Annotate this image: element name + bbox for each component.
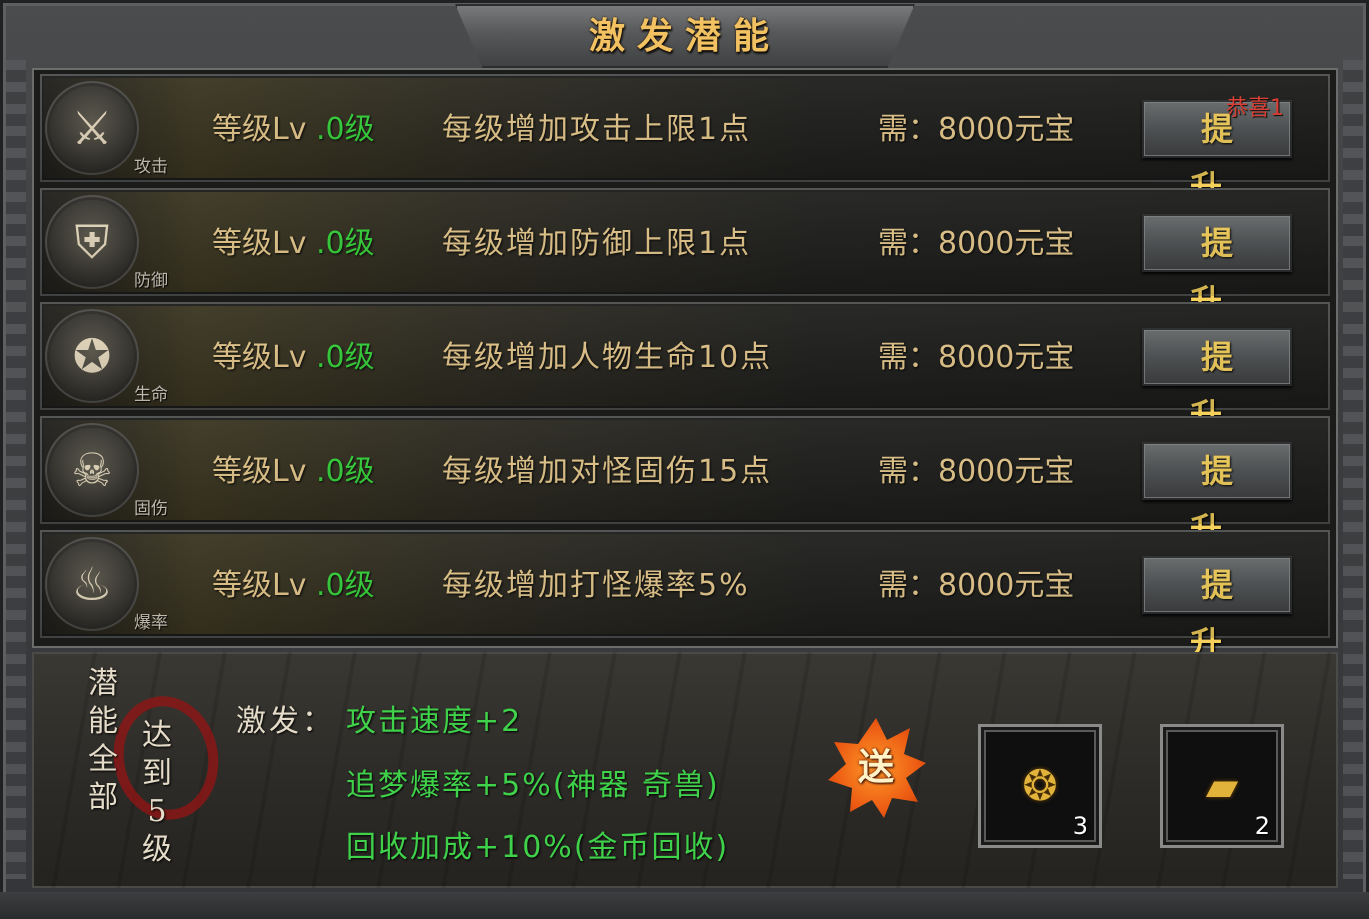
condition-char: 潜 xyxy=(88,666,118,701)
skull-damage-icon: ☠ xyxy=(50,428,134,512)
row-icon-label: 生命 xyxy=(134,385,168,405)
reward-slot-1[interactable]: ❂ 3 xyxy=(978,724,1102,848)
row-description: 每级增加防御上限1点 xyxy=(442,226,752,261)
level-prefix: 等级Lv xyxy=(212,568,307,603)
condition-char: 5 xyxy=(147,794,167,829)
row-description: 每级增加对怪固伤15点 xyxy=(442,454,773,489)
level-prefix: 等级Lv xyxy=(212,340,307,375)
activate-label: 激发： xyxy=(236,704,335,739)
row-description: 每级增加人物生命10点 xyxy=(442,340,773,375)
condition-char: 到 xyxy=(142,756,172,791)
reward-count: 3 xyxy=(1072,812,1088,840)
gold-ingot-icon: ▰ xyxy=(1205,761,1239,810)
row-cost: 需：8000元宝 xyxy=(878,112,1075,147)
activation-section: 潜 能 全 部 达 到 5 级 激发： 攻击速度+2 追梦爆率+5%(神器 奇兽… xyxy=(32,652,1338,888)
congrats-text: 恭喜1 xyxy=(1226,96,1284,121)
potential-panel: 激发潜能 ⚔ 攻击 等级Lv .0级 每级增加攻击上限1点 需：8000元宝 提… xyxy=(0,0,1369,919)
swords-icon: ⚔ xyxy=(50,86,134,170)
level-prefix: 等级Lv xyxy=(212,226,307,261)
upgrade-button-drop-rate[interactable]: 提 升 xyxy=(1142,556,1292,662)
level-text: 等级Lv .0级 xyxy=(212,218,375,262)
level-value: .0级 xyxy=(316,568,375,603)
level-text: 等级Lv .0级 xyxy=(212,446,375,490)
bonus-line: 攻击速度+2 xyxy=(346,704,523,739)
level-value: .0级 xyxy=(316,340,375,375)
row-icon-label: 攻击 xyxy=(134,157,168,177)
upgrade-row-life: ✪ 生命 等级Lv .0级 每级增加人物生命10点 需：8000元宝 提 升 xyxy=(40,302,1330,434)
row-cost: 需：8000元宝 xyxy=(878,568,1075,603)
condition-char: 部 xyxy=(88,780,118,815)
row-description: 每级增加攻击上限1点 xyxy=(442,112,752,147)
row-cost: 需：8000元宝 xyxy=(878,454,1075,489)
row-icon-label: 固伤 xyxy=(134,499,168,519)
level-text: 等级Lv .0级 xyxy=(212,104,375,148)
bottom-border xyxy=(0,892,1369,919)
upgrade-button-fixed-damage[interactable]: 提 升 xyxy=(1142,442,1292,548)
level-prefix: 等级Lv xyxy=(212,112,307,147)
reward-count: 2 xyxy=(1254,812,1270,840)
panel-title: 激发潜能 xyxy=(588,15,781,57)
upgrade-list: ⚔ 攻击 等级Lv .0级 每级增加攻击上限1点 需：8000元宝 提 升 恭喜… xyxy=(32,68,1338,662)
condition-char: 级 xyxy=(142,832,172,867)
pouch-icon: ❂ xyxy=(1022,761,1058,810)
condition-char: 达 xyxy=(142,718,172,753)
condition-char: 能 xyxy=(88,704,118,739)
row-icon-label: 爆率 xyxy=(134,613,168,633)
upgrade-row-fixed-damage: ☠ 固伤 等级Lv .0级 每级增加对怪固伤15点 需：8000元宝 提 升 xyxy=(40,416,1330,548)
right-border-ornament xyxy=(1343,60,1363,879)
bonus-line: 回收加成+10%(金币回收) xyxy=(346,830,730,865)
level-text: 等级Lv .0级 xyxy=(212,560,375,604)
row-cost: 需：8000元宝 xyxy=(878,226,1075,261)
level-prefix: 等级Lv xyxy=(212,454,307,489)
upgrade-row-defense: ⛨ 防御 等级Lv .0级 每级增加防御上限1点 需：8000元宝 提 升 xyxy=(40,188,1330,320)
life-icon: ✪ xyxy=(50,314,134,398)
gift-label: 送 xyxy=(857,747,894,788)
row-description: 每级增加打怪爆率5% xyxy=(442,568,750,603)
upgrade-button-defense[interactable]: 提 升 xyxy=(1142,214,1292,320)
level-value: .0级 xyxy=(316,454,375,489)
upgrade-row-attack: ⚔ 攻击 等级Lv .0级 每级增加攻击上限1点 需：8000元宝 提 升 恭喜… xyxy=(40,74,1330,206)
condition-char: 全 xyxy=(88,742,118,777)
row-cost: 需：8000元宝 xyxy=(878,340,1075,375)
drop-rate-icon: ♨ xyxy=(50,542,134,626)
left-border-ornament xyxy=(6,60,26,879)
upgrade-row-drop-rate: ♨ 爆率 等级Lv .0级 每级增加打怪爆率5% 需：8000元宝 提 升 xyxy=(40,530,1330,662)
level-value: .0级 xyxy=(316,112,375,147)
row-icon-label: 防御 xyxy=(134,271,168,291)
reward-slot-2[interactable]: ▰ 2 xyxy=(1160,724,1284,848)
bonus-line: 追梦爆率+5%(神器 奇兽) xyxy=(346,768,720,803)
level-value: .0级 xyxy=(316,226,375,261)
upgrade-button-life[interactable]: 提 升 xyxy=(1142,328,1292,434)
shield-icon: ⛨ xyxy=(50,200,134,284)
level-text: 等级Lv .0级 xyxy=(212,332,375,376)
